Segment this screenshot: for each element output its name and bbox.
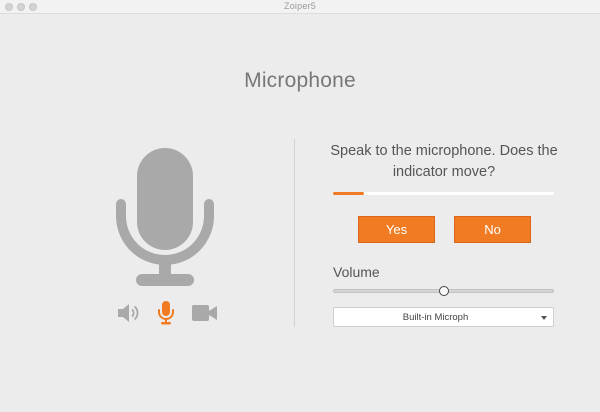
video-camera-icon[interactable] (191, 300, 219, 326)
microphone-test-question: Speak to the microphone. Does the indica… (330, 143, 558, 180)
microphone-icon[interactable] (157, 300, 175, 326)
yes-button[interactable]: Yes (358, 216, 435, 243)
title-bar: Zoiper5 (0, 0, 600, 14)
volume-label: Volume (333, 264, 380, 280)
speaker-icon[interactable] (116, 300, 140, 326)
selected-device: Built-in Microph (402, 312, 469, 323)
input-level-fill (333, 192, 364, 195)
dropdown-caret-icon (541, 316, 547, 320)
page-title: Microphone (244, 69, 356, 92)
microphone-device-select[interactable]: Built-in Microph (333, 307, 554, 327)
microphone-illustration-icon (114, 146, 216, 290)
volume-slider-handle[interactable] (438, 286, 449, 296)
window-title: Zoiper5 (284, 1, 316, 11)
input-level-indicator (333, 192, 554, 195)
no-button[interactable]: No (454, 216, 531, 243)
panel-divider (294, 139, 295, 327)
